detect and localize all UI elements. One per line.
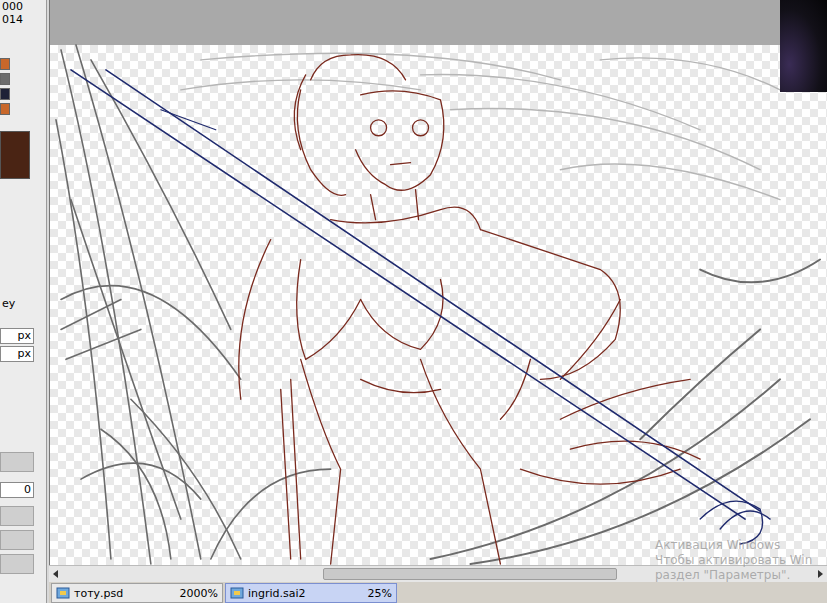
scroll-right-icon[interactable] (813, 567, 827, 581)
readout: 014 (0, 13, 46, 26)
document-icon (230, 586, 244, 600)
document-tab[interactable]: ingrid.sai2 25% (225, 583, 397, 603)
webcam-preview (780, 0, 827, 92)
mode-label: ey (0, 297, 46, 310)
watermark-line: раздел "Параметры". (655, 568, 812, 583)
tool-panel: 000014 ey px px 0 (0, 0, 47, 603)
panel-button[interactable] (0, 554, 34, 574)
panel-button[interactable] (0, 530, 34, 550)
document-tabs: тоту.psd 2000% ingrid.sai2 25% (49, 582, 827, 603)
swatch-strip (0, 58, 46, 115)
color-swatch[interactable] (0, 73, 10, 85)
size-field[interactable]: px (0, 328, 34, 344)
canvas-view[interactable] (49, 0, 827, 565)
watermark-line: Активация Windows (655, 538, 812, 553)
panel-button[interactable] (0, 506, 34, 526)
main-color[interactable] (0, 131, 30, 179)
sketch-artwork (50, 0, 827, 565)
tab-label: тоту.psd (74, 587, 176, 600)
value-field[interactable]: 0 (0, 482, 34, 498)
readout: 000 (0, 0, 46, 13)
color-swatch[interactable] (0, 88, 10, 100)
activation-watermark: Активация WindowsЧтобы активировать Winр… (655, 538, 812, 583)
canvas[interactable] (50, 45, 827, 565)
scroll-thumb[interactable] (323, 568, 617, 580)
document-icon (56, 586, 70, 600)
scroll-track[interactable] (63, 568, 813, 580)
horizontal-scrollbar[interactable] (49, 565, 827, 582)
tab-label: ingrid.sai2 (248, 587, 364, 600)
scroll-left-icon[interactable] (49, 567, 63, 581)
panel-button[interactable] (0, 452, 34, 472)
tab-zoom: 2000% (180, 587, 218, 600)
document-tab[interactable]: тоту.psd 2000% (51, 583, 223, 603)
color-swatch[interactable] (0, 58, 10, 70)
color-swatch[interactable] (0, 103, 10, 115)
tab-zoom: 25% (368, 587, 392, 600)
watermark-line: Чтобы активировать Win (655, 553, 812, 568)
size-field[interactable]: px (0, 346, 34, 362)
